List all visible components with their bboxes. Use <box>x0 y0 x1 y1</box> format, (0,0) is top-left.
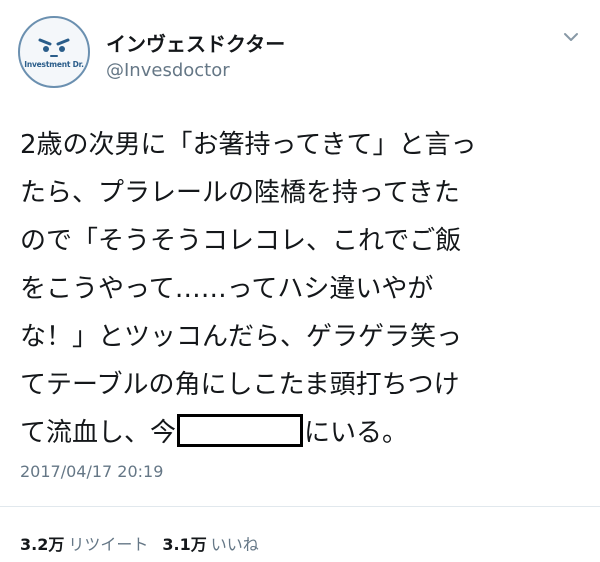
tweet-header: Investment Dr. インヴェスドクター @Invesdoctor <box>18 16 582 88</box>
tweet-stats: 3.2万 リツイート 3.1万 いいね <box>20 531 273 555</box>
display-name[interactable]: インヴェスドクター <box>106 28 285 57</box>
likes-label: いいね <box>210 535 259 554</box>
user-handle[interactable]: @Invesdoctor <box>106 60 230 81</box>
tweet-text-line: てテーブルの角にしこたま頭打ちつけ <box>20 370 460 400</box>
tweet-text-fragment: にいる。 <box>304 418 409 448</box>
avatar[interactable]: Investment Dr. <box>18 16 90 88</box>
likes-stat[interactable]: 3.1万 いいね <box>162 535 258 554</box>
tweet-text-line-last: て流血し、今 にいる。 <box>20 409 590 457</box>
tweet-card: Investment Dr. インヴェスドクター @Invesdoctor 2歳… <box>0 0 600 562</box>
avatar-label: Investment Dr. <box>24 60 84 69</box>
tweet-text-line: ので「そうそうコレコレ、これでご飯 <box>20 226 462 256</box>
tweet-text-line: たら、プラレールの陸橋を持ってきた <box>20 178 460 208</box>
tweet-timestamp[interactable]: 2017/04/17 20:19 <box>20 462 163 481</box>
retweets-count: 3.2万 <box>20 535 65 554</box>
tweet-text-line: をこうやって……ってハシ違いやが <box>20 274 434 304</box>
likes-count: 3.1万 <box>162 535 207 554</box>
tweet-text-line: 2歳の次男に「お箸持ってきて」と言っ <box>20 130 477 160</box>
tweet-text-line: な！」とツッコんだら、ゲラゲラ笑っ <box>20 322 463 352</box>
tweet-text: 2歳の次男に「お箸持ってきて」と言っ たら、プラレールの陸橋を持ってきた ので「… <box>20 121 590 457</box>
avatar-face-icon <box>38 38 70 57</box>
redaction-box <box>177 414 304 447</box>
retweets-label: リツイート <box>68 535 149 554</box>
retweets-stat[interactable]: 3.2万 リツイート <box>20 535 148 554</box>
chevron-down-icon[interactable] <box>560 26 582 48</box>
tweet-text-fragment: て流血し、今 <box>20 418 177 448</box>
divider <box>0 506 600 507</box>
